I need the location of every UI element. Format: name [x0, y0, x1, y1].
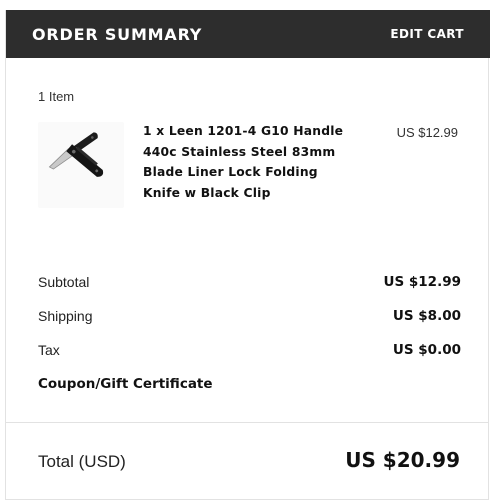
item-count: 1 Item [38, 89, 75, 104]
folding-knife-image [48, 132, 104, 177]
product-name[interactable]: 1 x Leen 1201-4 G10 Handle 440c Stainles… [143, 121, 358, 203]
edit-cart-link[interactable]: EDIT CART [390, 27, 464, 41]
product-price: US $12.99 [396, 125, 458, 140]
tax-row: Tax US $0.00 [38, 342, 461, 358]
order-summary-panel: ORDER SUMMARY EDIT CART 1 Item 1 x Leen … [5, 10, 490, 500]
shipping-value: US $8.00 [392, 308, 461, 324]
product-thumbnail [38, 122, 124, 208]
order-summary-title: ORDER SUMMARY [32, 24, 203, 44]
subtotal-value: US $12.99 [383, 274, 461, 290]
total-value: US $20.99 [345, 448, 460, 472]
coupon-gift-certificate-link[interactable]: Coupon/Gift Certificate [38, 376, 213, 392]
summary-divider [6, 422, 488, 423]
subtotal-label: Subtotal [38, 274, 90, 290]
total-label: Total (USD) [38, 452, 126, 471]
subtotal-row: Subtotal US $12.99 [38, 274, 461, 290]
tax-value: US $0.00 [392, 342, 461, 358]
order-summary-header: ORDER SUMMARY EDIT CART [6, 10, 490, 58]
shipping-label: Shipping [38, 308, 93, 324]
shipping-row: Shipping US $8.00 [38, 308, 461, 324]
tax-label: Tax [38, 342, 60, 358]
